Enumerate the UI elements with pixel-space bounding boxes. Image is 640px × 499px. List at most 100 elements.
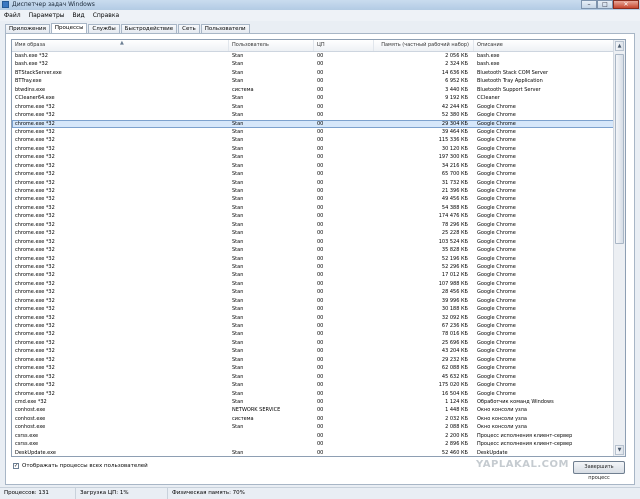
window-title: Диспетчер задач Windows bbox=[12, 1, 95, 8]
process-row[interactable]: chrome.exe *32 Stan 00 49 456 КБ Google Chro… bbox=[12, 195, 615, 203]
column-memory[interactable]: Память (частный рабочий набор) bbox=[374, 40, 474, 51]
process-name: BTStackServer.exe bbox=[15, 69, 62, 76]
process-row[interactable]: chrome.exe *32 Stan 00 29 304 КБ Google Chro… bbox=[12, 119, 615, 128]
process-name: chrome.exe *32 bbox=[15, 179, 55, 186]
menu-help[interactable]: Справка bbox=[89, 12, 123, 19]
process-user: Stan bbox=[232, 61, 244, 68]
process-memory: 28 456 КБ bbox=[441, 289, 468, 296]
maximize-button[interactable]: □ bbox=[597, 0, 613, 9]
process-memory: 1 124 КБ bbox=[445, 398, 468, 405]
process-row[interactable]: chrome.exe *32 Stan 00 65 700 КБ Google Chro… bbox=[12, 170, 615, 178]
process-user: Stan bbox=[232, 145, 244, 152]
process-name: DeskUpdate.exe bbox=[15, 449, 56, 456]
process-description: Google Chrome bbox=[477, 323, 516, 329]
scroll-down-icon[interactable]: ▼ bbox=[615, 445, 624, 455]
process-row[interactable]: chrome.exe *32 Stan 00 175 020 КБ Google Chr… bbox=[12, 381, 615, 389]
process-memory: 16 504 КБ bbox=[441, 390, 468, 397]
process-row[interactable]: BTTray.exe Stan 00 6 952 КБ Bluetooth Tray A… bbox=[12, 77, 615, 85]
process-row[interactable]: chrome.exe *32 Stan 00 30 120 КБ Google Chro… bbox=[12, 145, 615, 153]
process-user: Stan bbox=[232, 314, 244, 321]
column-description[interactable]: Описание bbox=[474, 40, 615, 51]
process-row[interactable]: chrome.exe *32 Stan 00 174 476 КБ Google Chr… bbox=[12, 212, 615, 220]
process-row[interactable]: chrome.exe *32 Stan 00 42 244 КБ Google Chro… bbox=[12, 103, 615, 111]
process-description: Google Chrome bbox=[477, 272, 516, 279]
process-row[interactable]: chrome.exe *32 Stan 00 16 504 КБ Google Chro… bbox=[12, 390, 615, 398]
process-row[interactable]: chrome.exe *32 Stan 00 107 988 КБ Google Chr… bbox=[12, 280, 615, 288]
process-row[interactable]: btwdins.exe система 00 3 440 КБ Bluetooth Su… bbox=[12, 86, 615, 94]
process-cpu: 00 bbox=[317, 373, 324, 380]
process-row[interactable]: DeskUpdate.exe Stan 00 52 460 КБ DeskUpdate bbox=[12, 449, 615, 456]
process-description: Google Chrome bbox=[477, 339, 516, 346]
process-row[interactable]: chrome.exe *32 Stan 00 34 216 КБ Google Chro… bbox=[12, 162, 615, 170]
process-memory: 30 188 КБ bbox=[441, 306, 468, 313]
process-row[interactable]: chrome.exe *32 Stan 00 52 296 КБ Google Chro… bbox=[12, 263, 615, 271]
menu-view[interactable]: Вид bbox=[69, 12, 89, 19]
process-user: Stan bbox=[232, 112, 244, 119]
show-all-users-checkbox[interactable]: ✓ bbox=[13, 463, 19, 469]
column-user[interactable]: Пользователь bbox=[229, 40, 314, 51]
process-cpu: 00 bbox=[317, 213, 324, 220]
process-cpu: 00 bbox=[317, 221, 324, 228]
process-list[interactable]: Имя образа ▲ Пользователь ЦП Память (час… bbox=[11, 39, 626, 457]
process-row[interactable]: chrome.exe *32 Stan 00 39 996 КБ Google Chro… bbox=[12, 297, 615, 305]
process-memory: 2 896 КБ bbox=[445, 441, 468, 448]
scroll-thumb[interactable] bbox=[615, 54, 624, 244]
process-row[interactable]: chrome.exe *32 Stan 00 25 228 КБ Google Chro… bbox=[12, 229, 615, 237]
process-name: chrome.exe *32 bbox=[15, 196, 55, 203]
process-row[interactable]: conhost.exe NETWORK SERVICE 00 1 448 КБ Окно… bbox=[12, 406, 615, 414]
process-row[interactable]: cmd.exe *32 Stan 00 1 124 КБ Обработчик кома… bbox=[12, 398, 615, 406]
menu-options[interactable]: Параметры bbox=[25, 12, 69, 19]
close-button[interactable]: ✕ bbox=[613, 0, 639, 9]
process-description: Google Chrome bbox=[477, 331, 516, 338]
process-cpu: 00 bbox=[317, 86, 324, 93]
process-name: chrome.exe *32 bbox=[15, 103, 55, 110]
process-row[interactable]: chrome.exe *32 Stan 00 115 336 КБ Google Chr… bbox=[12, 136, 615, 144]
process-row[interactable]: chrome.exe *32 Stan 00 39 464 КБ Google Chro… bbox=[12, 128, 615, 136]
process-row[interactable]: chrome.exe *32 Stan 00 78 016 КБ Google Chro… bbox=[12, 330, 615, 338]
process-row[interactable]: CCleaner64.exe Stan 00 9 192 КБ CCleaner bbox=[12, 94, 615, 102]
process-row[interactable]: chrome.exe *32 Stan 00 78 296 КБ Google Chro… bbox=[12, 221, 615, 229]
process-row[interactable]: BTStackServer.exe Stan 00 14 636 КБ Bluetoot… bbox=[12, 69, 615, 77]
process-row[interactable]: bash.exe *32 Stan 00 2 056 КБ bash.exe bbox=[12, 52, 615, 60]
process-row[interactable]: chrome.exe *32 Stan 00 62 088 КБ Google Chro… bbox=[12, 364, 615, 372]
process-memory: 65 700 КБ bbox=[441, 171, 468, 178]
process-memory: 115 336 КБ bbox=[438, 137, 468, 144]
process-row[interactable]: chrome.exe *32 Stan 00 17 012 КБ Google Chro… bbox=[12, 271, 615, 279]
process-name: btwdins.exe bbox=[15, 86, 46, 93]
process-row[interactable]: chrome.exe *32 Stan 00 103 524 КБ Google Chr… bbox=[12, 238, 615, 246]
process-row[interactable]: chrome.exe *32 Stan 00 32 092 КБ Google Chro… bbox=[12, 314, 615, 322]
process-row[interactable]: chrome.exe *32 Stan 00 28 456 КБ Google Chro… bbox=[12, 288, 615, 296]
process-description: Google Chrome bbox=[477, 112, 516, 119]
process-row[interactable]: chrome.exe *32 Stan 00 54 388 КБ Google Chro… bbox=[12, 204, 615, 212]
process-row[interactable]: chrome.exe *32 Stan 00 31 732 КБ Google Chro… bbox=[12, 179, 615, 187]
minimize-button[interactable]: – bbox=[581, 0, 597, 9]
process-row[interactable]: conhost.exe Stan 00 2 088 КБ Окно консоли уз… bbox=[12, 423, 615, 431]
process-row[interactable]: chrome.exe *32 Stan 00 45 632 КБ Google Chro… bbox=[12, 373, 615, 381]
process-row[interactable]: chrome.exe *32 Stan 00 52 196 КБ Google Chro… bbox=[12, 255, 615, 263]
process-row[interactable]: chrome.exe *32 Stan 00 29 232 КБ Google Chro… bbox=[12, 356, 615, 364]
process-name: chrome.exe *32 bbox=[15, 204, 55, 211]
vertical-scrollbar[interactable]: ▲ ▼ bbox=[613, 40, 625, 456]
process-description: Google Chrome bbox=[477, 280, 516, 287]
process-row[interactable]: chrome.exe *32 Stan 00 21 396 КБ Google Chro… bbox=[12, 187, 615, 195]
process-description: Google Chrome bbox=[477, 221, 516, 228]
menu-file[interactable]: Файл bbox=[0, 12, 25, 19]
process-row[interactable]: csrss.exe 00 2 200 КБ Процесс исполнения кл… bbox=[12, 432, 615, 440]
scroll-up-icon[interactable]: ▲ bbox=[615, 41, 624, 51]
process-row[interactable]: chrome.exe *32 Stan 00 43 204 КБ Google Chro… bbox=[12, 347, 615, 355]
show-all-users-option[interactable]: ✓ Отображать процессы всех пользователей bbox=[13, 463, 148, 469]
end-process-button[interactable]: Завершить процесс bbox=[573, 461, 625, 481]
process-row[interactable]: chrome.exe *32 Stan 00 30 188 КБ Google Chro… bbox=[12, 305, 615, 313]
process-row[interactable]: conhost.exe система 00 2 032 КБ Окно консоли… bbox=[12, 415, 615, 423]
process-cpu: 00 bbox=[317, 280, 324, 287]
process-row[interactable]: csrss.exe 00 2 896 КБ Процесс исполнения кл… bbox=[12, 440, 615, 448]
process-row[interactable]: chrome.exe *32 Stan 00 25 696 КБ Google Chro… bbox=[12, 339, 615, 347]
column-header-row: Имя образа ▲ Пользователь ЦП Память (час… bbox=[12, 40, 615, 52]
process-row[interactable]: chrome.exe *32 Stan 00 197 300 КБ Google Chr… bbox=[12, 153, 615, 161]
process-row[interactable]: bash.exe *32 Stan 00 2 324 КБ bash.exe bbox=[12, 60, 615, 68]
column-cpu[interactable]: ЦП bbox=[314, 40, 374, 51]
process-row[interactable]: chrome.exe *32 Stan 00 35 828 КБ Google Chro… bbox=[12, 246, 615, 254]
process-row[interactable]: chrome.exe *32 Stan 00 52 380 КБ Google Chro… bbox=[12, 111, 615, 119]
process-row[interactable]: chrome.exe *32 Stan 00 67 236 КБ Google Chro… bbox=[12, 322, 615, 330]
process-name: chrome.exe *32 bbox=[15, 213, 55, 220]
